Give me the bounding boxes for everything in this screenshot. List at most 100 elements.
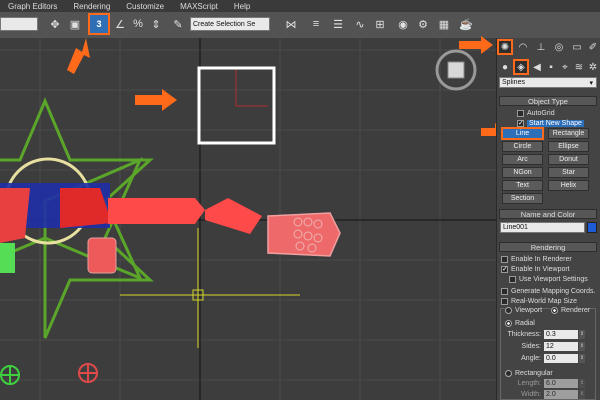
spinner-snap-icon[interactable]: ⇕: [148, 16, 164, 32]
reference-coord-dropdown[interactable]: [0, 17, 38, 31]
curve-editor-icon[interactable]: ∿: [352, 16, 368, 32]
menu-bar: Graph Editors Rendering Customize MAXScr…: [0, 0, 600, 12]
hint-arrow-viewport: [135, 89, 177, 111]
sides-spinner[interactable]: Sides: 12 ⇕: [507, 342, 585, 351]
sides-input[interactable]: 12: [544, 342, 578, 351]
snap-toggle-button[interactable]: 3: [88, 13, 110, 35]
viewport-radio-label: Viewport: [515, 306, 543, 314]
arm-lower-mesh: [87, 237, 117, 274]
mirror-icon[interactable]: ⋈: [283, 16, 299, 32]
viewport-radio[interactable]: Viewport: [505, 305, 543, 315]
object-name-input[interactable]: Line001: [500, 222, 585, 233]
circle-button[interactable]: Circle: [502, 141, 543, 152]
text-button[interactable]: Text: [502, 180, 543, 191]
width-input[interactable]: 2.0: [544, 390, 578, 399]
rectangle-button[interactable]: Rectangle: [548, 128, 589, 139]
length-spinner[interactable]: Length: 6.0 ⇕: [507, 379, 585, 388]
menu-customize[interactable]: Customize: [118, 2, 172, 11]
spinner-arrows-icon[interactable]: ⇕: [579, 390, 585, 399]
cameras-icon[interactable]: ▪: [544, 60, 558, 74]
spinner-arrows-icon[interactable]: ⇕: [579, 342, 585, 351]
start-new-shape-button[interactable]: Start New Shape: [527, 119, 584, 127]
ellipse-button[interactable]: Ellipse: [548, 141, 589, 152]
gen-mapping-label: Generate Mapping Coords.: [511, 287, 596, 295]
menu-rendering[interactable]: Rendering: [65, 2, 118, 11]
hierarchy-tab-icon[interactable]: ⊥: [534, 40, 548, 54]
modify-tab-icon[interactable]: ◠: [516, 40, 530, 54]
upper-arm-mesh: [108, 198, 205, 224]
ngon-button[interactable]: NGon: [502, 167, 543, 178]
menu-maxscript[interactable]: MAXScript: [172, 2, 226, 11]
name-color-rollout-header[interactable]: Name and Color: [499, 209, 597, 219]
menu-graph-editors[interactable]: Graph Editors: [0, 2, 65, 11]
rendering-rollout-header[interactable]: Rendering: [499, 242, 597, 252]
angle-input[interactable]: 0.0: [544, 354, 578, 363]
menu-help[interactable]: Help: [226, 2, 258, 11]
angle-snap-icon[interactable]: ∠: [112, 16, 128, 32]
thickness-spinner[interactable]: Thickness: 0.3 ⇕: [507, 330, 585, 339]
create-tab-icon[interactable]: ✺: [497, 39, 513, 55]
angle-spinner[interactable]: Angle: 0.0 ⇕: [507, 354, 585, 363]
thickness-input[interactable]: 0.3: [544, 330, 578, 339]
spinner-arrows-icon[interactable]: ⇕: [579, 379, 585, 388]
named-selection-icon[interactable]: ✎: [170, 16, 186, 32]
rectangular-radio[interactable]: Rectangular: [505, 368, 553, 378]
percent-snap-icon[interactable]: %: [130, 16, 146, 32]
snap-label: 3: [96, 19, 102, 29]
spinner-arrows-icon[interactable]: ⇕: [579, 354, 585, 363]
star-button[interactable]: Star: [548, 167, 589, 178]
category-value: Splines: [502, 79, 525, 86]
utilities-tab-icon[interactable]: ✐: [586, 40, 600, 54]
enable-renderer-checkbox[interactable]: Enable In Renderer: [501, 254, 572, 264]
render-frame-icon[interactable]: ▦: [436, 16, 452, 32]
section-button[interactable]: Section: [502, 193, 543, 204]
chevron-down-icon: ▾: [589, 79, 593, 87]
renderer-radio-label: Renderer: [561, 306, 591, 314]
hint-arrow-snap: [67, 38, 90, 74]
align-icon[interactable]: ≡: [308, 16, 324, 32]
gen-mapping-checkbox[interactable]: Generate Mapping Coords.: [501, 286, 595, 296]
shapes-icon[interactable]: ◈: [513, 59, 529, 75]
line-button[interactable]: Line: [501, 127, 544, 140]
motion-tab-icon[interactable]: ◎: [552, 40, 566, 54]
render-setup-icon[interactable]: ⚙: [415, 16, 431, 32]
radial-radio[interactable]: Radial: [505, 318, 535, 328]
helix-button[interactable]: Helix: [548, 180, 589, 191]
render-teapot-icon[interactable]: ☕: [458, 16, 474, 32]
sides-label: Sides:: [521, 343, 541, 350]
arc-button[interactable]: Arc: [502, 154, 543, 165]
pivot-icon[interactable]: ▣: [67, 16, 83, 32]
move-icon[interactable]: ✥: [47, 16, 63, 32]
command-panel: ✺ ◠ ⊥ ◎ ▭ ✐ ● ◈ ◀ ▪ ⌖ ≋ ✲ Splines ▾ Objec…: [496, 38, 600, 400]
use-viewport-label: Use Viewport Settings: [519, 275, 588, 283]
forearm-mesh: [205, 198, 262, 234]
object-type-rollout-header[interactable]: Object Type: [499, 96, 597, 106]
renderer-radio[interactable]: Renderer: [551, 305, 591, 315]
perspective-viewport[interactable]: [0, 38, 496, 400]
width-spinner[interactable]: Width: 2.0 ⇕: [507, 390, 585, 399]
length-input[interactable]: 6.0: [544, 379, 578, 388]
helpers-icon[interactable]: ⌖: [558, 60, 572, 74]
lights-icon[interactable]: ◀: [530, 60, 544, 74]
donut-button[interactable]: Donut: [548, 154, 589, 165]
systems-icon[interactable]: ✲: [586, 60, 600, 74]
thickness-label: Thickness:: [507, 331, 541, 338]
schematic-view-icon[interactable]: ⊞: [372, 16, 388, 32]
width-label: Width:: [521, 391, 541, 398]
viewport-scene: [0, 38, 496, 400]
spinner-arrows-icon[interactable]: ⇕: [579, 330, 585, 339]
display-tab-icon[interactable]: ▭: [570, 40, 584, 54]
object-color-swatch[interactable]: [587, 222, 597, 233]
hint-arrow-create-tab: [459, 36, 493, 54]
geometry-icon[interactable]: ●: [498, 60, 512, 74]
spacewarps-icon[interactable]: ≋: [572, 60, 586, 74]
start-new-shape-checkbox[interactable]: ✓ Start New Shape: [517, 118, 584, 128]
autogrid-checkbox[interactable]: AutoGrid: [517, 108, 555, 118]
material-editor-icon[interactable]: ◉: [395, 16, 411, 32]
autogrid-label: AutoGrid: [527, 109, 555, 117]
enable-viewport-checkbox[interactable]: ✓ Enable In Viewport: [501, 264, 570, 274]
category-dropdown[interactable]: Splines ▾: [499, 77, 597, 88]
selection-set-dropdown[interactable]: Create Selection Se: [190, 17, 270, 31]
use-viewport-checkbox[interactable]: Use Viewport Settings: [509, 274, 588, 284]
layer-manager-icon[interactable]: ☰: [330, 16, 346, 32]
